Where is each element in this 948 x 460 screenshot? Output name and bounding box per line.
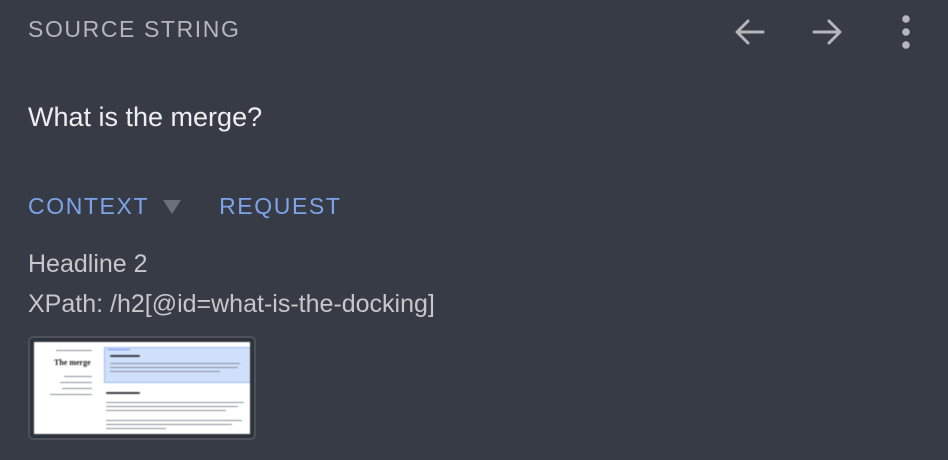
panel-title: SOURCE STRING [28, 16, 241, 42]
arrow-left-icon [735, 19, 765, 45]
caret-down-icon[interactable] [163, 200, 182, 214]
next-button[interactable] [805, 10, 849, 54]
more-vertical-icon [902, 15, 910, 49]
more-options-button[interactable] [884, 10, 928, 54]
tab-request-label: REQUEST [219, 192, 342, 219]
arrow-right-icon [812, 19, 842, 45]
previous-button[interactable] [728, 10, 772, 54]
thumbnail-heading: The merge [54, 358, 91, 367]
detail-tabs: CONTEXT REQUEST [28, 190, 341, 222]
source-string-text: What is the merge? [28, 102, 263, 132]
context-details: Headline 2 XPath: /h2[@id=what-is-the-do… [28, 244, 435, 324]
context-screenshot-thumbnail[interactable]: The merge [28, 336, 256, 440]
tab-context-label: CONTEXT [28, 192, 150, 219]
element-type: Headline 2 [28, 250, 148, 278]
screenshot-image: The merge [34, 342, 250, 434]
source-string-panel: SOURCE STRING What is the merge? CONTEXT… [0, 0, 948, 460]
tab-context[interactable]: CONTEXT [28, 192, 182, 220]
xpath-text: XPath: /h2[@id=what-is-the-docking] [28, 290, 435, 318]
tab-request[interactable]: REQUEST [219, 193, 341, 220]
